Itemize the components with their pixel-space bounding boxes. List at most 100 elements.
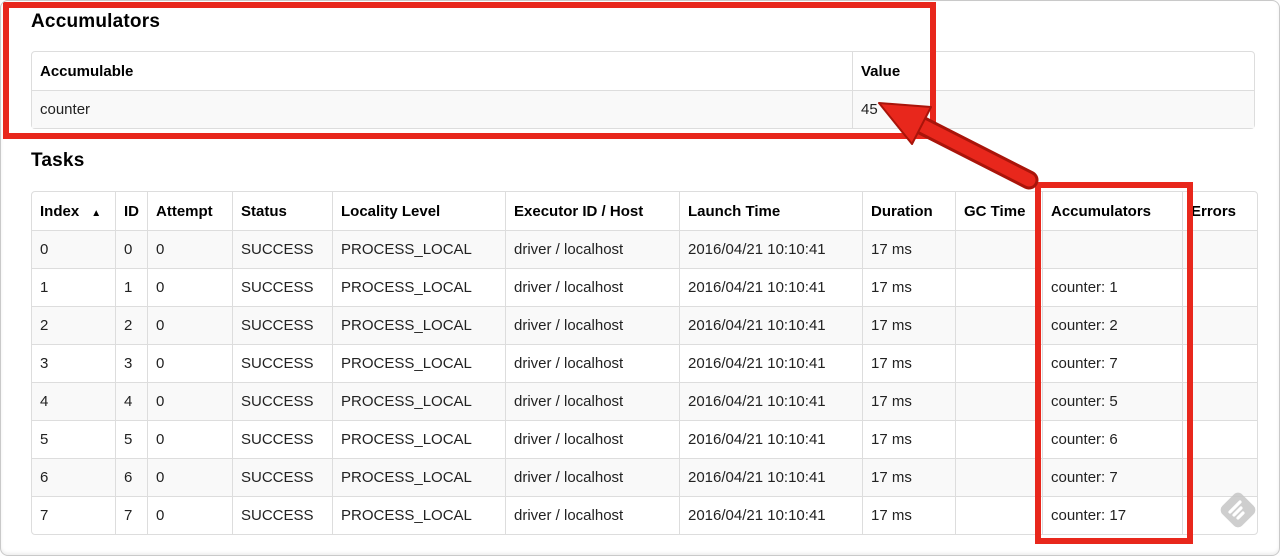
cell-launch-time: 2016/04/21 10:10:41 [679, 268, 862, 306]
cell-locality-level: PROCESS_LOCAL [332, 496, 505, 534]
cell-duration: 17 ms [862, 496, 955, 534]
cell-accumulators [1042, 230, 1182, 268]
column-header-accumulators[interactable]: Accumulators [1042, 192, 1182, 230]
cell-index: 1 [32, 268, 115, 306]
column-header-duration[interactable]: Duration [862, 192, 955, 230]
cell-value: 45 [852, 90, 1254, 128]
table-row: 7 7 0 SUCCESS PROCESS_LOCAL driver / localhos… [32, 496, 1257, 534]
cell-status: SUCCESS [232, 382, 332, 420]
cell-id: 5 [115, 420, 147, 458]
cell-id: 3 [115, 344, 147, 382]
cell-accumulable: counter [32, 90, 852, 128]
cell-locality-level: PROCESS_LOCAL [332, 268, 505, 306]
cell-accumulators: counter: 17 [1042, 496, 1182, 534]
cell-id: 7 [115, 496, 147, 534]
cell-attempt: 0 [147, 268, 232, 306]
cell-errors [1182, 230, 1257, 268]
cell-attempt: 0 [147, 458, 232, 496]
cell-id: 1 [115, 268, 147, 306]
table-row: 6 6 0 SUCCESS PROCESS_LOCAL driver / localhos… [32, 458, 1257, 496]
cell-index: 7 [32, 496, 115, 534]
column-header-accumulable[interactable]: Accumulable [32, 52, 852, 90]
cell-index: 2 [32, 306, 115, 344]
accumulators-table: Accumulable Value counter 45 [31, 51, 1255, 129]
cell-status: SUCCESS [232, 420, 332, 458]
cell-errors [1182, 306, 1257, 344]
cell-locality-level: PROCESS_LOCAL [332, 382, 505, 420]
cell-index: 0 [32, 230, 115, 268]
cell-status: SUCCESS [232, 268, 332, 306]
column-header-id[interactable]: ID [115, 192, 147, 230]
column-header-launch-time[interactable]: Launch Time [679, 192, 862, 230]
cell-status: SUCCESS [232, 496, 332, 534]
cell-duration: 17 ms [862, 306, 955, 344]
cell-gc-time [955, 230, 1042, 268]
cell-launch-time: 2016/04/21 10:10:41 [679, 496, 862, 534]
cell-errors [1182, 420, 1257, 458]
cell-launch-time: 2016/04/21 10:10:41 [679, 382, 862, 420]
table-row: 1 1 0 SUCCESS PROCESS_LOCAL driver / localhos… [32, 268, 1257, 306]
table-row: 5 5 0 SUCCESS PROCESS_LOCAL driver / localhos… [32, 420, 1257, 458]
cell-executor-id-host: driver / localhost [505, 344, 679, 382]
cell-attempt: 0 [147, 344, 232, 382]
table-row: 2 2 0 SUCCESS PROCESS_LOCAL driver / localhos… [32, 306, 1257, 344]
column-header-attempt[interactable]: Attempt [147, 192, 232, 230]
cell-gc-time [955, 420, 1042, 458]
column-header-status[interactable]: Status [232, 192, 332, 230]
column-header-executor-id-host[interactable]: Executor ID / Host [505, 192, 679, 230]
cell-locality-level: PROCESS_LOCAL [332, 458, 505, 496]
cell-gc-time [955, 344, 1042, 382]
table-row: counter 45 [32, 90, 1254, 128]
cell-gc-time [955, 306, 1042, 344]
cell-id: 0 [115, 230, 147, 268]
cell-index: 5 [32, 420, 115, 458]
column-header-locality-level[interactable]: Locality Level [332, 192, 505, 230]
cell-index: 6 [32, 458, 115, 496]
cell-id: 4 [115, 382, 147, 420]
cell-duration: 17 ms [862, 458, 955, 496]
table-row: 0 0 0 SUCCESS PROCESS_LOCAL driver / localhos… [32, 230, 1257, 268]
cell-accumulators: counter: 7 [1042, 344, 1182, 382]
cell-attempt: 0 [147, 382, 232, 420]
cell-locality-level: PROCESS_LOCAL [332, 420, 505, 458]
column-header-value[interactable]: Value [852, 52, 1254, 90]
table-row: 4 4 0 SUCCESS PROCESS_LOCAL driver / localhos… [32, 382, 1257, 420]
cell-accumulators: counter: 5 [1042, 382, 1182, 420]
cell-executor-id-host: driver / localhost [505, 382, 679, 420]
cell-index: 3 [32, 344, 115, 382]
cell-errors [1182, 382, 1257, 420]
cell-duration: 17 ms [862, 382, 955, 420]
cell-attempt: 0 [147, 306, 232, 344]
cell-locality-level: PROCESS_LOCAL [332, 230, 505, 268]
spark-stage-details-page: Accumulators Accumulable Value counter 45 T… [0, 0, 1280, 556]
cell-index: 4 [32, 382, 115, 420]
cell-launch-time: 2016/04/21 10:10:41 [679, 458, 862, 496]
cell-executor-id-host: driver / localhost [505, 458, 679, 496]
cell-accumulators: counter: 6 [1042, 420, 1182, 458]
cell-duration: 17 ms [862, 420, 955, 458]
column-header-index[interactable]: Index ▲ [32, 192, 115, 230]
cell-gc-time [955, 268, 1042, 306]
cell-accumulators: counter: 2 [1042, 306, 1182, 344]
cell-id: 2 [115, 306, 147, 344]
header-row: Index ▲ ID Attempt Status Locality Level Execu… [32, 192, 1257, 230]
cell-attempt: 0 [147, 420, 232, 458]
cell-errors [1182, 268, 1257, 306]
cell-executor-id-host: driver / localhost [505, 420, 679, 458]
cell-duration: 17 ms [862, 344, 955, 382]
cell-status: SUCCESS [232, 306, 332, 344]
cell-executor-id-host: driver / localhost [505, 496, 679, 534]
cell-errors [1182, 344, 1257, 382]
cell-id: 6 [115, 458, 147, 496]
cell-gc-time [955, 382, 1042, 420]
cell-duration: 17 ms [862, 268, 955, 306]
column-header-gc-time[interactable]: GC Time [955, 192, 1042, 230]
cell-accumulators: counter: 7 [1042, 458, 1182, 496]
cell-gc-time [955, 496, 1042, 534]
cell-duration: 17 ms [862, 230, 955, 268]
cell-status: SUCCESS [232, 344, 332, 382]
cell-locality-level: PROCESS_LOCAL [332, 344, 505, 382]
sort-ascending-icon: ▲ [91, 207, 102, 219]
column-header-errors[interactable]: Errors [1182, 192, 1257, 230]
cell-launch-time: 2016/04/21 10:10:41 [679, 230, 862, 268]
